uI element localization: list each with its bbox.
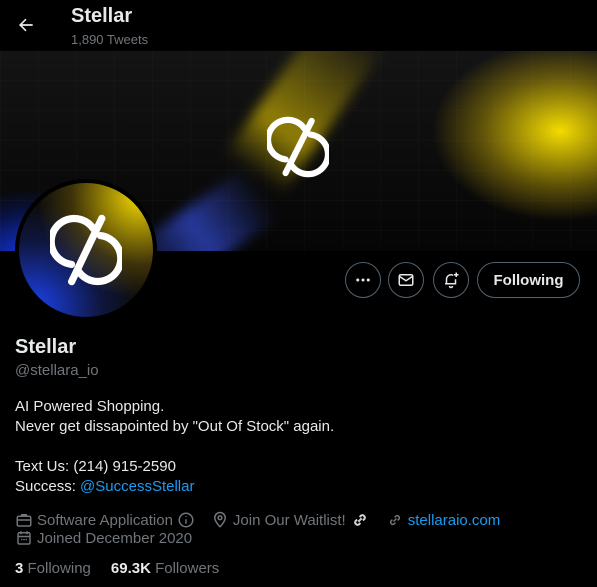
profile-handle: @stellara_io (15, 362, 99, 379)
avatar[interactable] (15, 179, 157, 321)
message-button[interactable] (388, 262, 424, 298)
tweet-count: 1,890 Tweets (71, 32, 149, 47)
back-arrow-icon (18, 18, 33, 32)
more-button[interactable] (345, 262, 381, 298)
chain-link-icon (353, 514, 366, 526)
back-button[interactable] (10, 9, 42, 41)
following-count-link[interactable]: 3 Following (15, 560, 91, 577)
bio-line-1: AI Powered Shopping. (15, 398, 165, 415)
bio-line-2: Never get dissapointed by "Out Of Stock"… (15, 418, 335, 435)
calendar-icon (17, 531, 31, 545)
followers-count: 69.3K (110, 560, 151, 577)
joined-row: Joined December 2020 (15, 529, 204, 547)
info-icon[interactable] (177, 511, 195, 529)
following-count: 3 (15, 560, 24, 577)
follow-stats: 3 Following 69.3K Followers (15, 560, 239, 577)
notifications-button[interactable] (433, 262, 469, 298)
message-icon (398, 274, 414, 286)
briefcase-icon (16, 514, 32, 527)
following-label: Following (27, 560, 91, 577)
category-item: Software Application (15, 511, 199, 529)
joined-item: Joined December 2020 (15, 529, 192, 547)
location-label: Join Our Waitlist! (232, 511, 346, 529)
success-mention-link[interactable]: @SuccessStellar (80, 478, 194, 495)
more-icon (356, 278, 370, 282)
website-link-icon (389, 514, 400, 526)
followers-count-link[interactable]: 69.3K Followers (111, 560, 219, 577)
bio-contact: Text Us: (214) 915-2590 (15, 458, 176, 475)
followers-label: Followers (155, 560, 220, 577)
joined-label: Joined December 2020 (37, 529, 193, 547)
website-link[interactable]: stellaraio.com (408, 512, 501, 529)
top-bar: Stellar 1,890 Tweets (0, 0, 597, 52)
notification-bell-icon (445, 272, 459, 289)
category-label: Software Application (37, 511, 173, 529)
stellar-logo-icon (267, 116, 329, 178)
location-item: Join Our Waitlist! (211, 510, 374, 530)
following-button[interactable]: Following (477, 262, 580, 298)
bio-success-line: Success: @SuccessStellar (15, 478, 194, 495)
website-item: stellaraio.com (386, 511, 501, 529)
stellar-logo-icon (50, 214, 122, 286)
bio-success-prefix: Success: (15, 478, 81, 495)
page-title: Stellar (71, 5, 133, 27)
profile-meta-row: Software Application Join Our Waitlist! … (15, 510, 512, 530)
profile-name: Stellar (15, 336, 77, 358)
location-pin-icon (213, 511, 226, 528)
